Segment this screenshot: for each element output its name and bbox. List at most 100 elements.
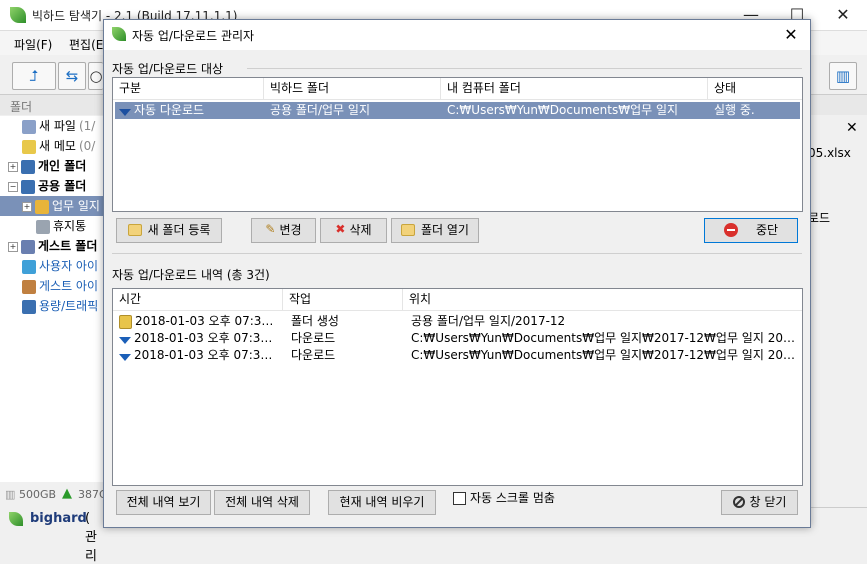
tree-folder-icon (21, 239, 35, 254)
history-row[interactable]: 2018-01-03 오후 07:31:11 폴더 생성 공용 폴더/업무 일지/2… (113, 313, 798, 330)
tree-folder-icon (22, 279, 36, 294)
right-panel-status: 로드 (808, 211, 831, 225)
tree-folder-icon (36, 219, 50, 234)
delete-button[interactable]: ✖ 삭제 (320, 218, 387, 243)
column-time[interactable]: 시간 (113, 289, 283, 310)
tree-item-count: (1/ (78, 119, 96, 133)
app-logo-icon (10, 7, 26, 23)
target-type: 자동 다운로드 (134, 103, 205, 117)
history-time: 2018-01-03 오후 07:33:20 (134, 348, 279, 362)
tree-folder-icon (35, 199, 49, 214)
up-folder-button[interactable]: ⮥ (12, 62, 56, 90)
user-bar: bighard ( 관리 (0, 506, 105, 564)
tree-item-label: 새 메모 (39, 139, 76, 153)
target-bighard-folder: 공용 폴더/업무 일지 (270, 103, 370, 117)
target-row[interactable]: 자동 다운로드 공용 폴더/업무 일지 C:₩Users₩Yun₩Documen… (115, 102, 800, 119)
right-detail-panel: ✕ 05.xlsx 로드 (804, 95, 867, 515)
history-list-header: 시간 작업 위치 (113, 289, 802, 311)
tree-expander-icon[interactable]: − (8, 181, 18, 192)
tree-folder-icon (22, 259, 36, 274)
delete-x-icon: ✖ (335, 222, 346, 236)
target-status: 실행 중. (714, 103, 755, 117)
sync-button[interactable]: ⇆ (58, 62, 86, 90)
column-action[interactable]: 작업 (283, 289, 403, 310)
dialog-close-icon[interactable]: ✕ (776, 20, 806, 50)
tree-item[interactable]: 새 메모 (0/ (0, 136, 105, 156)
download-icon (119, 337, 131, 344)
column-type[interactable]: 구분 (113, 78, 264, 99)
tree-item[interactable]: 용량/트래픽 (0, 296, 105, 316)
tree-expander-icon[interactable]: + (8, 161, 18, 172)
folder-tree: 새 파일 (1/새 메모 (0/ + 개인 폴더 − 공용 폴더 + 업무 일지휴지통 + 게스트 … (0, 116, 105, 482)
close-dialog-button[interactable]: 창 닫기 (721, 490, 798, 515)
history-time: 2018-01-03 오후 07:33:20 (134, 331, 279, 345)
tree-item[interactable]: 사용자 아이 (0, 256, 105, 276)
column-status[interactable]: 상태 (708, 78, 802, 99)
sync-icon: ⇆ (65, 67, 79, 85)
search-icon: ○ (89, 67, 103, 85)
delete-label: 삭제 (349, 223, 372, 237)
user-status-icon (9, 512, 23, 526)
upload-arrow-icon: ▲ (62, 486, 72, 501)
storage-total: 500GB (19, 488, 57, 501)
tree-item[interactable]: + 개인 폴더 (0, 156, 105, 176)
tree-item-label: 새 파일 (39, 119, 76, 133)
tree-item[interactable]: 새 파일 (1/ (0, 116, 105, 136)
close-dialog-label: 창 닫기 (749, 495, 787, 509)
tree-item[interactable]: + 게스트 폴더 (0, 236, 105, 256)
panel-icon: ▥ (835, 67, 851, 85)
panel-toggle-button[interactable]: ▥ (829, 62, 857, 90)
column-location[interactable]: 위치 (403, 289, 802, 310)
tree-item[interactable]: + 업무 일지 (0, 196, 105, 216)
disk-icon: ▥ (5, 488, 16, 501)
tree-folder-icon (22, 139, 36, 154)
view-all-history-button[interactable]: 전체 내역 보기 (116, 490, 211, 515)
history-row[interactable]: 2018-01-03 오후 07:33:20 다운로드 C:₩Users₩Yun₩D… (113, 347, 798, 364)
checkbox-box[interactable] (453, 492, 466, 505)
tree-item-label: 개인 폴더 (38, 159, 87, 173)
close-icon[interactable]: ✕ (820, 0, 866, 30)
dialog-title: 자동 업/다운로드 관리자 (132, 29, 255, 43)
right-panel-close-icon[interactable]: ✕ (846, 120, 858, 136)
up-arrow-icon: ⮥ (29, 67, 39, 85)
tree-item[interactable]: − 공용 폴더 (0, 176, 105, 196)
column-bighard-folder[interactable]: 빅하드 폴더 (264, 78, 441, 99)
tree-expander-icon[interactable]: + (22, 201, 32, 212)
change-button[interactable]: ✎ 변경 (251, 218, 316, 243)
register-folder-button[interactable]: 새 폴더 등록 (116, 218, 222, 243)
column-local-folder[interactable]: 내 컴퓨터 폴더 (441, 78, 708, 99)
stop-button[interactable]: 중단 (704, 218, 798, 243)
auto-scroll-stop-checkbox[interactable]: 자동 스크롤 멈춤 (453, 490, 555, 507)
tree-item[interactable]: 휴지통 (0, 216, 105, 236)
tree-folder-icon (22, 119, 36, 134)
storage-bar: ▥ 500GB ▲ 387G (0, 484, 108, 504)
target-local-folder: C:₩Users₩Yun₩Documents₩업무 일지 (447, 103, 679, 117)
register-folder-label: 새 폴더 등록 (147, 223, 211, 237)
tree-expander-icon[interactable]: + (8, 241, 18, 252)
open-folder-button[interactable]: 폴더 열기 (391, 218, 479, 243)
history-list[interactable]: 시간 작업 위치 2018-01-03 오후 07:31:11 폴더 생성 공용 폴… (112, 288, 803, 486)
open-folder-label: 폴더 열기 (421, 223, 469, 237)
stop-label: 중단 (755, 223, 779, 237)
menu-file[interactable]: 파일(F) (14, 36, 52, 53)
targets-list[interactable]: 구분 빅하드 폴더 내 컴퓨터 폴더 상태 자동 다운로드 공용 폴더/업무 일… (112, 77, 803, 212)
search-button[interactable]: ○ (88, 62, 103, 90)
menu-edit[interactable]: 편집(E (69, 36, 103, 53)
tree-item[interactable]: 게스트 아이 (0, 276, 105, 296)
right-panel-filename: 05.xlsx (808, 146, 851, 160)
delete-all-history-button[interactable]: 전체 내역 삭제 (214, 490, 310, 515)
auto-scroll-stop-label: 자동 스크롤 멈춤 (470, 491, 555, 505)
dialog-titlebar: 자동 업/다운로드 관리자 ✕ (104, 20, 810, 50)
history-action: 다운로드 (291, 331, 336, 345)
folder-new-icon (119, 314, 132, 329)
folder-pane-header: 폴더 (0, 95, 110, 115)
tree-item-label: 게스트 폴더 (38, 239, 98, 253)
tree-folder-icon (21, 159, 35, 174)
history-section-label: 자동 업/다운로드 내역 (총 3건) (112, 268, 270, 282)
history-action: 다운로드 (291, 348, 336, 362)
clear-current-history-button[interactable]: 현재 내역 비우기 (328, 490, 436, 515)
tree-item-label: 휴지통 (53, 219, 87, 233)
history-location: C:₩Users₩Yun₩Documents₩업무 일지₩2017-12₩업무 … (411, 331, 798, 345)
history-row[interactable]: 2018-01-03 오후 07:33:20 다운로드 C:₩Users₩Yun₩D… (113, 330, 798, 347)
auto-transfer-dialog: 자동 업/다운로드 관리자 ✕ 자동 업/다운로드 대상 구분 빅하드 폴더 내… (103, 19, 811, 528)
